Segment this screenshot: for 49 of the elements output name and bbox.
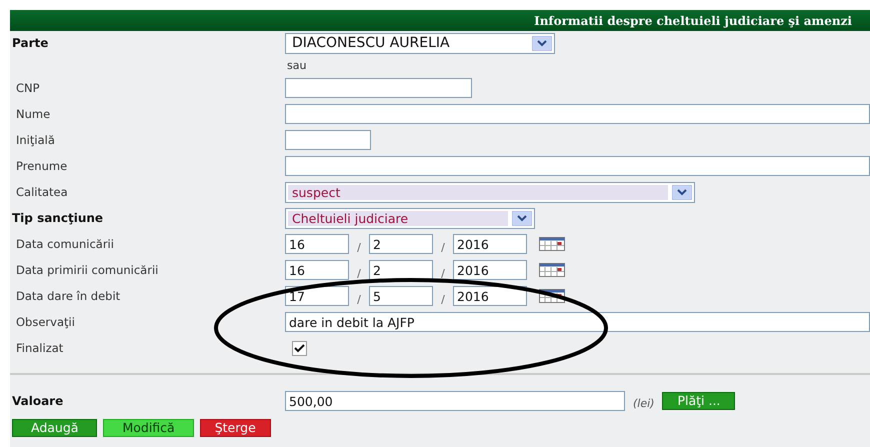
date-separator: / [440, 266, 446, 280]
or-note: sau [286, 58, 306, 72]
date-separator: / [356, 240, 362, 254]
delete-button[interactable]: Şterge [200, 419, 271, 437]
input-field[interactable] [285, 78, 472, 98]
field-label: Prenume [15, 159, 68, 173]
dropdown-field[interactable]: suspect [285, 182, 695, 202]
field-label: CNP [15, 81, 41, 95]
value-field[interactable]: 500,00 [285, 391, 625, 411]
date-separator: / [440, 292, 446, 306]
field-label: Tip sancţiune [11, 211, 104, 225]
edit-button[interactable]: Modifică [103, 419, 194, 437]
date-separator: / [440, 240, 446, 254]
dropdown-field[interactable]: Cheltuieli judiciare [285, 208, 535, 228]
date-separator: / [356, 292, 362, 306]
field-label: Nume [15, 107, 52, 121]
checkbox[interactable] [292, 340, 307, 356]
input-field[interactable] [285, 104, 870, 124]
dropdown-value: Cheltuieli judiciare [288, 210, 508, 226]
field-label: Data comunicării [15, 237, 115, 251]
field-label: Finalizat [15, 341, 64, 355]
payments-button[interactable]: Plăţi ... [662, 392, 736, 410]
field-label: Data primirii comunicării [15, 263, 160, 277]
day-field[interactable]: 16 [285, 260, 349, 280]
dropdown-arrow-icon[interactable] [672, 184, 692, 200]
input-field[interactable] [285, 156, 870, 176]
input-field[interactable]: dare in debit la AJFP [285, 312, 870, 332]
month-field[interactable]: 5 [369, 286, 433, 306]
field-label: Iniţială [15, 133, 56, 147]
year-field[interactable]: 2016 [453, 234, 527, 254]
input-field[interactable] [285, 130, 371, 150]
date-separator: / [356, 266, 362, 280]
dropdown-arrow-icon[interactable] [532, 36, 552, 50]
unit-label: (lei) [633, 396, 654, 410]
field-label: Parte [11, 36, 50, 50]
add-button[interactable]: Adaugă [12, 419, 98, 437]
year-field[interactable]: 2016 [453, 260, 527, 280]
field-label: Observaţii [15, 315, 76, 329]
field-label: Calitatea [15, 185, 69, 199]
dropdown-arrow-icon[interactable] [512, 210, 532, 226]
field-label: Valoare [11, 394, 64, 408]
month-field[interactable]: 2 [369, 234, 433, 254]
month-field[interactable]: 2 [369, 260, 433, 280]
section-header: Informatii despre cheltuieli judiciare şi amenzi [10, 10, 870, 31]
dropdown-value: suspect [288, 184, 668, 200]
field-label: Data dare în debit [15, 289, 122, 303]
year-field[interactable]: 2016 [453, 286, 527, 306]
dropdown-field[interactable]: DIACONESCU AURELIA [285, 32, 555, 54]
day-field[interactable]: 16 [285, 234, 349, 254]
